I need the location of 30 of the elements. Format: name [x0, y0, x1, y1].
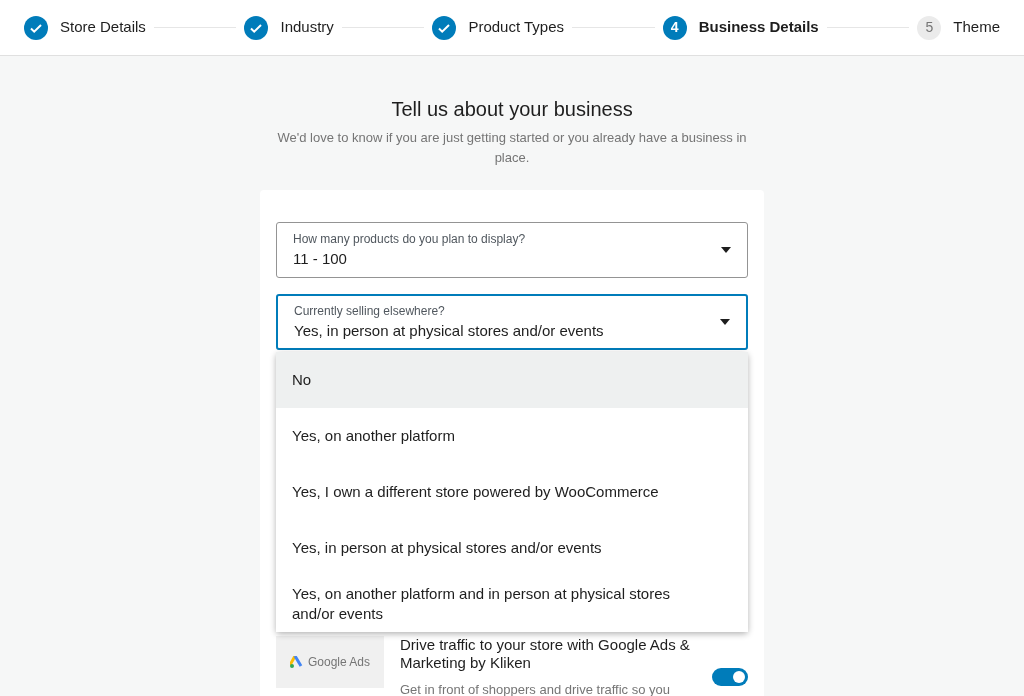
dropdown-option[interactable]: Yes, on another platform and in person at physical stores and/or events — [276, 576, 748, 632]
dropdown-option[interactable]: Yes, on another platform — [276, 408, 748, 464]
step-number: 4 — [662, 15, 687, 40]
field-value: Yes, in person at physical stores and/or events — [294, 320, 604, 341]
field-label: Currently selling elsewhere? — [294, 302, 446, 320]
extension-description: Get in front of shoppers and drive traffic so you — [400, 681, 672, 696]
select-field[interactable]: How many products do you plan to display? 11 - 100 — [276, 222, 748, 278]
dropdown-option[interactable]: Yes, I own a different store powered by WooCommerce — [276, 464, 748, 520]
step-label: Product Types — [468, 17, 565, 38]
logo-mark-icon — [289, 656, 304, 668]
step-number: 5 — [917, 15, 942, 40]
check-icon — [432, 15, 457, 40]
step-label: Industry — [280, 17, 334, 38]
step-label: Store Details — [60, 17, 146, 38]
caret-icon — [720, 319, 730, 325]
field-label: How many products do you plan to display? — [293, 230, 526, 248]
dropdown-option[interactable]: Yes, in person at physical stores and/or events — [276, 520, 748, 576]
select-field[interactable]: Currently selling elsewhere? Yes, in person at physical stores and/or events — [276, 294, 748, 350]
dropdown-option[interactable]: No — [276, 352, 748, 408]
toggle-switch[interactable] — [712, 668, 748, 686]
check-icon — [244, 15, 269, 40]
caret-icon — [721, 247, 731, 253]
page-subheading: We'd love to know if you are just getting started or you already have a business in place. — [276, 129, 748, 167]
check-icon — [24, 15, 48, 40]
field-value: 11 - 100 — [293, 248, 348, 269]
step-label: Theme — [953, 17, 1000, 38]
page-heading: Tell us about your business — [391, 97, 633, 122]
logo-text: Google Ads — [307, 654, 370, 671]
extension-title: Drive traffic to your store with Google Ads & Marketing by Kliken — [400, 636, 690, 672]
step-label: Business Details — [698, 17, 819, 38]
